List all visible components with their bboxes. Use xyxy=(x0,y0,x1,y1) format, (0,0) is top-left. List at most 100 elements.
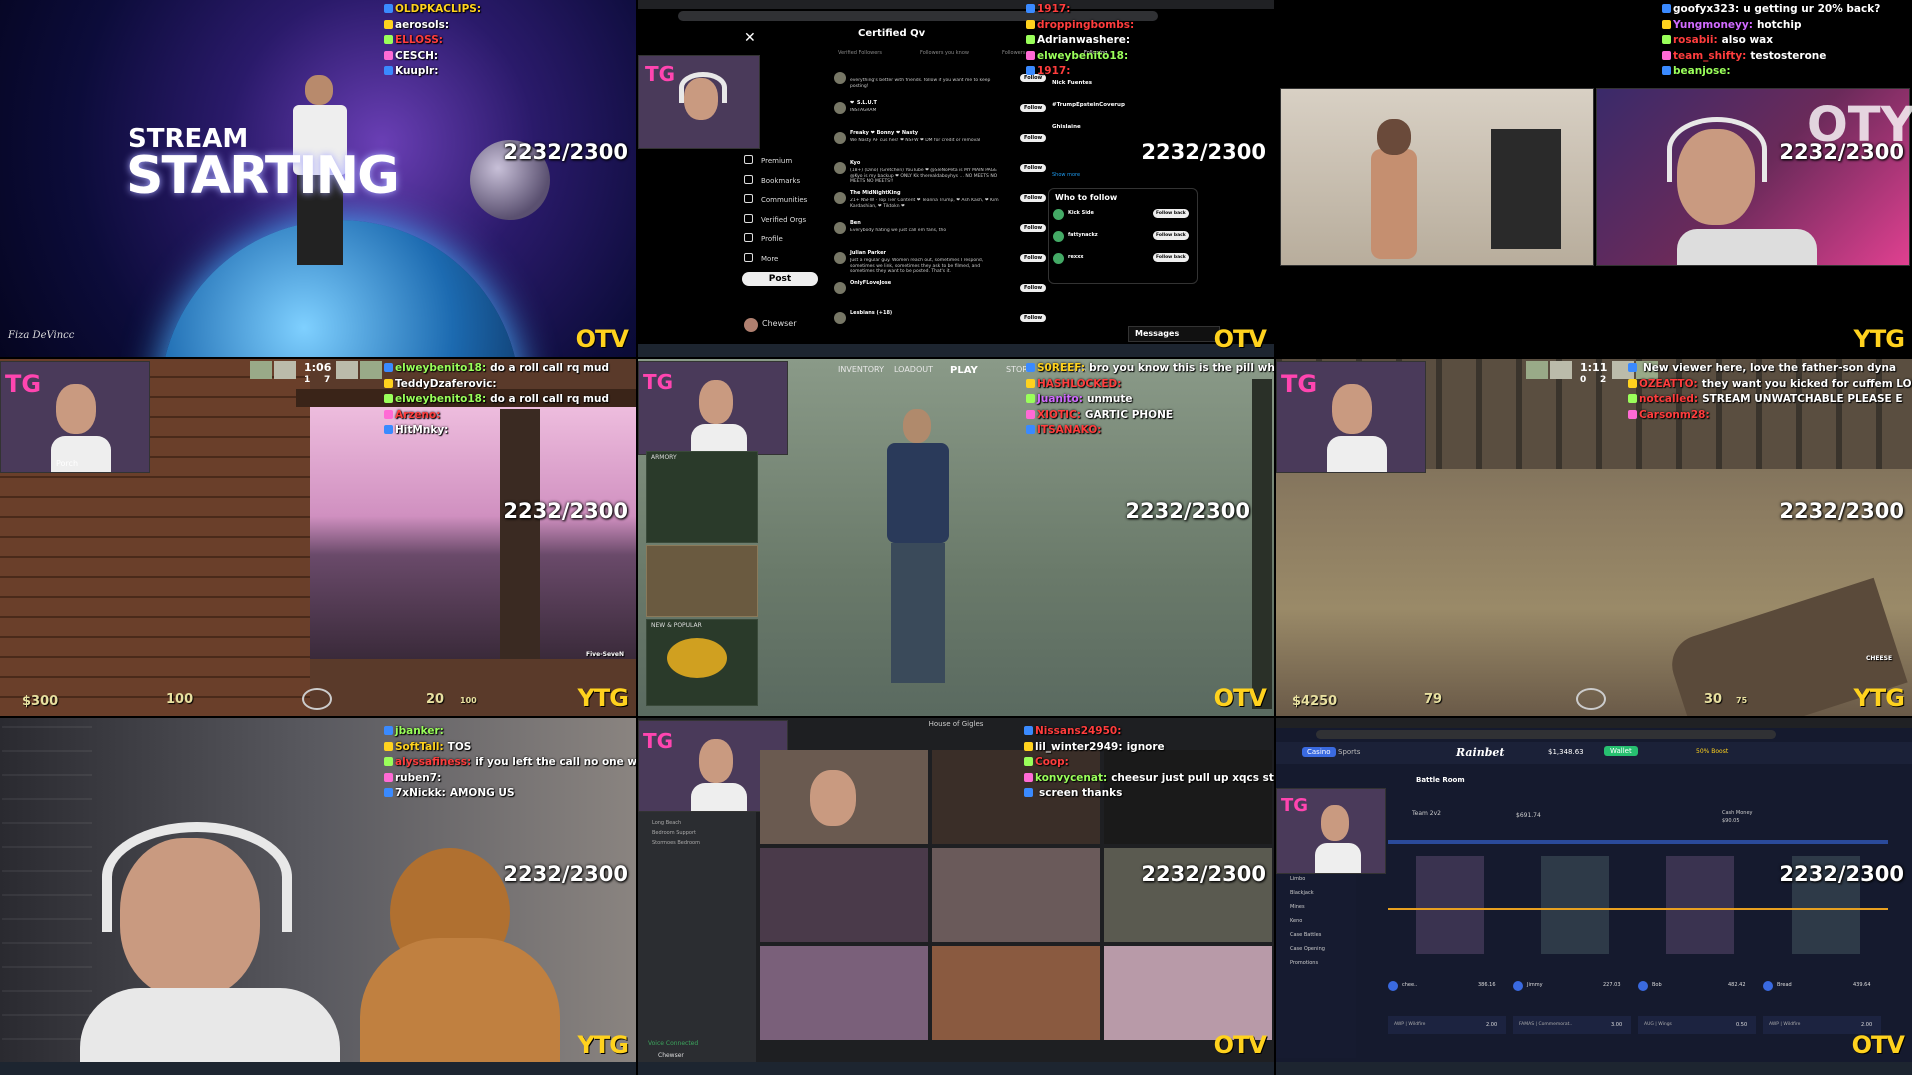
chat-username[interactable]: S0REEF: xyxy=(1037,362,1085,374)
chat-username[interactable]: TeddyDzaferovic: xyxy=(395,378,497,390)
messages-drawer[interactable]: Messages xyxy=(1128,326,1220,342)
chat-username[interactable]: Adrianwashere: xyxy=(1037,34,1130,46)
tab-2[interactable]: Followers xyxy=(1002,50,1025,56)
chat-username[interactable]: konvycenat: xyxy=(1035,772,1107,784)
chat-username[interactable]: OLDPKACLIPS: xyxy=(395,3,481,15)
nav-item[interactable]: Communities xyxy=(744,187,807,206)
sidebar-item[interactable]: Case Opening xyxy=(1290,946,1325,952)
chat-username[interactable]: elweybenito18: xyxy=(395,393,486,405)
follow-button[interactable]: Follow xyxy=(1020,194,1047,202)
sidebar-item[interactable]: Case Battles xyxy=(1290,932,1321,938)
menu-play[interactable]: PLAY xyxy=(950,365,978,376)
follow-button[interactable]: Follow xyxy=(1020,134,1047,142)
trend-item[interactable]: #TrumpEpsteinCoverup xyxy=(1052,102,1125,108)
nav-item[interactable]: Bookmarks xyxy=(744,168,800,187)
account-row[interactable]: OnlyFLoveJose Follow xyxy=(834,280,1048,308)
follow-button[interactable]: Follow xyxy=(1020,284,1047,292)
chat-username[interactable]: Kuuplr: xyxy=(395,65,438,77)
account-row[interactable]: ❤ S.L.U.T INSTAGRAM Follow xyxy=(834,100,1048,128)
chat-username[interactable]: alyssafiness: xyxy=(395,756,471,768)
nav-item[interactable]: Premium xyxy=(744,148,792,167)
sidebar-item[interactable]: Promotions xyxy=(1290,960,1318,966)
armory-panel[interactable]: ARMORY xyxy=(646,451,758,543)
account-row[interactable]: Ben Everybody hating we just call em fans… xyxy=(834,220,1048,248)
chat-username[interactable]: notcalled: xyxy=(1639,393,1698,405)
chat-username[interactable]: elweybenito18: xyxy=(395,362,486,374)
follow-button[interactable]: Follow xyxy=(1020,314,1047,322)
follow-button[interactable]: Follow xyxy=(1020,104,1047,112)
sidebar-item[interactable]: Limbo xyxy=(1290,876,1305,882)
chat-username[interactable]: lil_winter2949: xyxy=(1035,741,1123,753)
menu-inventory[interactable]: INVENTORY xyxy=(838,365,884,374)
chat-username[interactable]: ELLOSS: xyxy=(395,34,443,46)
sidebar-item[interactable]: Keno xyxy=(1290,918,1302,924)
suggestion-row[interactable]: fattynackz Follow back xyxy=(1053,229,1193,247)
account-row[interactable]: everything's better with friends. follow… xyxy=(834,70,1048,98)
chat-username[interactable]: Yungmoneyy: xyxy=(1673,19,1753,31)
new-popular-panel[interactable]: NEW & POPULAR xyxy=(646,619,758,706)
tab-sports[interactable]: Sports xyxy=(1338,748,1360,756)
follow-back-button[interactable]: Follow back xyxy=(1153,209,1189,218)
follow-button[interactable]: Follow xyxy=(1020,254,1047,262)
chat-username[interactable]: Juanito: xyxy=(1037,393,1083,405)
chat-username[interactable]: ruben7: xyxy=(395,772,441,784)
chat-username[interactable]: Carsonm28: xyxy=(1639,409,1710,421)
account-row[interactable]: Lesbians (+18) Follow xyxy=(834,310,1048,338)
chat-username[interactable]: Arzeno: xyxy=(395,409,440,421)
nav-item[interactable]: More xyxy=(744,246,778,265)
brand-logo[interactable]: Rainbet xyxy=(1456,746,1504,759)
player-name: chee.. xyxy=(1402,982,1418,988)
channel-item[interactable]: Long Beach xyxy=(652,820,681,826)
browser-urlbar[interactable] xyxy=(1316,730,1776,739)
show-more-link[interactable]: Show more xyxy=(1052,172,1080,178)
nav-item[interactable]: Verified Orgs xyxy=(744,207,806,226)
sidebar-item[interactable]: Blackjack xyxy=(1290,890,1314,896)
chat-username[interactable]: OZEATTO: xyxy=(1639,378,1698,390)
chat-username[interactable]: Nissans24950: xyxy=(1035,725,1121,737)
profile-avatar[interactable] xyxy=(744,318,758,332)
chat-username[interactable]: jbanker: xyxy=(395,725,444,737)
boost-badge[interactable]: 50% Boost xyxy=(1696,748,1728,755)
channel-item[interactable]: Stormoes Bedroom xyxy=(652,840,700,846)
chat-username[interactable]: ITSANAKO: xyxy=(1037,424,1101,436)
chat-username[interactable]: droppingbombs: xyxy=(1037,19,1134,31)
follow-back-button[interactable]: Follow back xyxy=(1153,253,1189,262)
chat-username[interactable]: HASHLOCKED: xyxy=(1037,378,1121,390)
tab-1[interactable]: Followers you know xyxy=(920,50,969,56)
tab-casino[interactable]: Casino xyxy=(1302,747,1336,757)
channel-item[interactable]: Bedroom Support xyxy=(652,830,696,836)
suggestion-row[interactable]: Kick Side Follow back xyxy=(1053,207,1193,225)
chat-username[interactable]: HitMnky: xyxy=(395,424,448,436)
chat-username[interactable]: CESCH: xyxy=(395,50,438,62)
featured-panel[interactable] xyxy=(646,545,758,617)
suggestion-row[interactable]: rexxx Follow back xyxy=(1053,251,1193,269)
follow-button[interactable]: Follow xyxy=(1020,224,1047,232)
menu-loadout[interactable]: LOADOUT xyxy=(894,365,933,374)
follow-back-button[interactable]: Follow back xyxy=(1153,231,1189,240)
trend-item[interactable]: Ghislaine xyxy=(1052,124,1081,130)
chat-username[interactable]: aerosols: xyxy=(395,19,449,31)
account-row[interactable]: The MidNightKing 21+ NSFW · Top Tier Cont… xyxy=(834,190,1048,218)
chat-username[interactable]: goofyx323: xyxy=(1673,3,1739,15)
nav-item[interactable]: Profile xyxy=(744,226,783,245)
chat-username[interactable]: Coop: xyxy=(1035,756,1069,768)
post-button[interactable]: Post xyxy=(742,272,818,286)
account-row[interactable]: Julian Parker Just a regular guy. Women r… xyxy=(834,250,1048,278)
chat-username[interactable]: team_shifty: xyxy=(1673,50,1746,62)
tab-0[interactable]: Verified Followers xyxy=(838,50,882,56)
chat-username[interactable]: SoftTall: xyxy=(395,741,444,753)
chat-username[interactable]: beanjose: xyxy=(1673,65,1731,77)
chat-username[interactable]: elweybenito18: xyxy=(1037,50,1128,62)
account-row[interactable]: Freaky ❤ Bonny ❤ Nasty We Nasty AF cus he… xyxy=(834,130,1048,158)
chat-username[interactable]: 1917: xyxy=(1037,65,1070,77)
account-row[interactable]: Kyo (18+) (Dino) (Gretchen) YouTube ❤ @Sl… xyxy=(834,160,1048,188)
chat-username[interactable]: 1917: xyxy=(1037,3,1070,15)
chat-username[interactable]: rosabii: xyxy=(1673,34,1718,46)
chat-username[interactable]: 7xNickk: xyxy=(395,787,446,799)
chat-username[interactable]: XIOTIC: xyxy=(1037,409,1081,421)
trend-item[interactable]: Nick Fuentes xyxy=(1052,80,1092,86)
wallet-button[interactable]: Wallet xyxy=(1604,746,1638,756)
close-icon[interactable]: ✕ xyxy=(744,30,756,46)
follow-button[interactable]: Follow xyxy=(1020,164,1047,172)
sidebar-item[interactable]: Mines xyxy=(1290,904,1305,910)
